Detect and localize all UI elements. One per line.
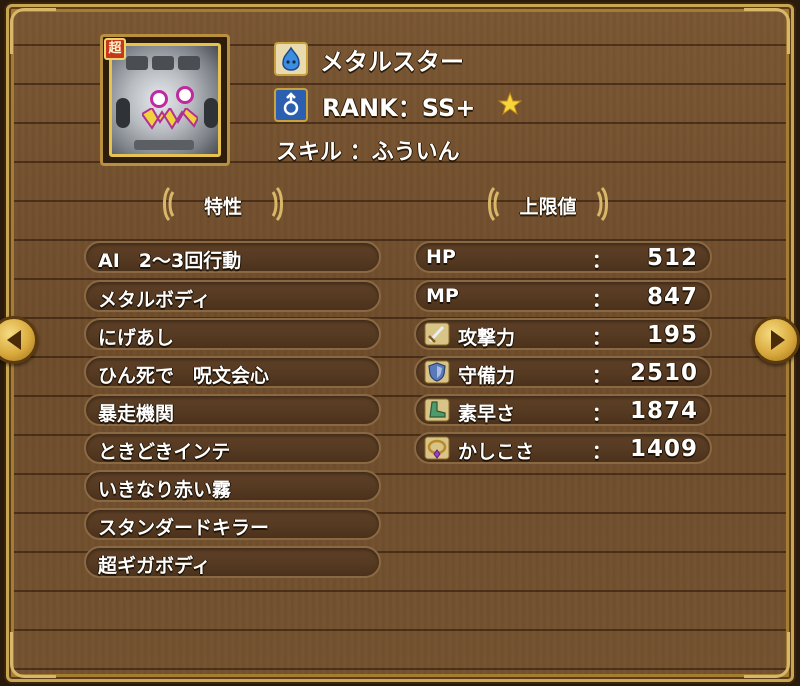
trait-row[interactable]: ときどきインテ <box>84 432 381 464</box>
trait-label: スタンダードキラー <box>98 517 270 539</box>
stat-separator: ： <box>592 289 612 311</box>
trait-row[interactable]: いきなり赤い霧 <box>84 470 381 502</box>
stat-separator: ： <box>592 327 612 349</box>
star-icon <box>498 92 522 116</box>
chevron-left-icon <box>7 330 21 350</box>
trait-label: AI 2〜3回行動 <box>98 250 242 272</box>
frame-corner-ornament <box>744 632 790 678</box>
trait-label: ひん死で 呪文会心 <box>98 365 270 387</box>
shield-icon <box>424 360 450 384</box>
chevron-right-icon <box>771 330 785 350</box>
frame-corner-ornament <box>744 8 790 54</box>
stat-value: 195 <box>646 322 698 348</box>
rank-label: RANK：SS+ <box>322 94 476 122</box>
slime-family-icon <box>274 42 308 76</box>
trait-row[interactable]: にげあし <box>84 318 381 350</box>
circlet-icon <box>424 436 450 460</box>
stat-name: 攻撃力 <box>458 327 516 349</box>
boots-icon <box>424 398 450 422</box>
stat-row-wisdom: かしこさ ： 1409 <box>414 432 712 464</box>
sword-icon <box>424 322 450 346</box>
stats-header-label: 上限値 <box>519 196 577 218</box>
stat-value: 1874 <box>629 398 698 424</box>
stat-value: 1409 <box>629 436 698 462</box>
trait-label: にげあし <box>98 327 175 349</box>
stat-row-defense: 守備力 ： 2510 <box>414 356 712 388</box>
stat-value: 2510 <box>629 360 698 386</box>
frame-corner-ornament <box>10 632 56 678</box>
metal-star-image <box>109 43 221 157</box>
monster-name: メタルスター <box>320 48 464 76</box>
stat-name: 守備力 <box>458 365 516 387</box>
stat-row-mp: MP ： 847 <box>414 280 712 312</box>
trait-label: メタルボディ <box>98 289 211 311</box>
trait-label: 超ギガボディ <box>98 555 211 577</box>
trait-row[interactable]: メタルボディ <box>84 280 381 312</box>
stat-separator: ： <box>592 365 612 387</box>
stat-separator: ： <box>592 403 612 425</box>
stat-separator: ： <box>592 441 612 463</box>
stat-separator: ： <box>592 250 612 272</box>
rarity-badge: 超 <box>104 38 126 60</box>
skill-label: スキル ：ふういん <box>276 140 460 165</box>
traits-header-label: 特性 <box>203 196 242 218</box>
next-button[interactable] <box>752 316 800 364</box>
trait-row[interactable]: 超ギガボディ <box>84 546 381 578</box>
stat-row-hp: HP ： 512 <box>414 241 712 273</box>
stats-header: 上限値 <box>488 184 608 224</box>
trait-label: いきなり赤い霧 <box>98 479 232 501</box>
trait-row[interactable]: AI 2〜3回行動 <box>84 241 381 273</box>
gender-icon <box>274 88 308 122</box>
stat-value: 847 <box>646 284 698 310</box>
trait-label: 暴走機関 <box>98 403 175 425</box>
stat-name: MP <box>426 285 459 307</box>
trait-row[interactable]: 暴走機関 <box>84 394 381 426</box>
stat-name: HP <box>426 246 456 268</box>
trait-label: ときどきインテ <box>98 441 231 463</box>
trait-row[interactable]: スタンダードキラー <box>84 508 381 540</box>
stat-name: 素早さ <box>458 403 516 425</box>
stat-name: かしこさ <box>458 441 535 463</box>
traits-header: 特性 <box>163 184 283 224</box>
stat-value: 512 <box>646 245 698 271</box>
stat-row-agility: 素早さ ： 1874 <box>414 394 712 426</box>
frame-corner-ornament <box>10 8 56 54</box>
stat-row-attack: 攻撃力 ： 195 <box>414 318 712 350</box>
previous-button[interactable] <box>0 316 38 364</box>
trait-row[interactable]: ひん死で 呪文会心 <box>84 356 381 388</box>
